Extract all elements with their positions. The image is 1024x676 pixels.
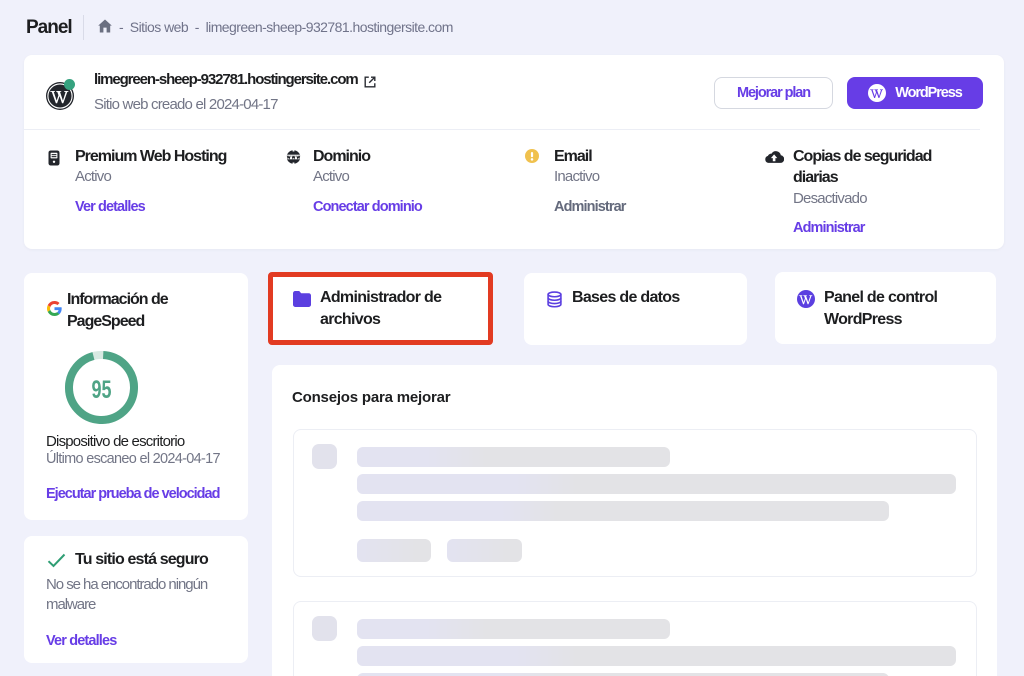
svg-text:95: 95	[92, 376, 112, 404]
